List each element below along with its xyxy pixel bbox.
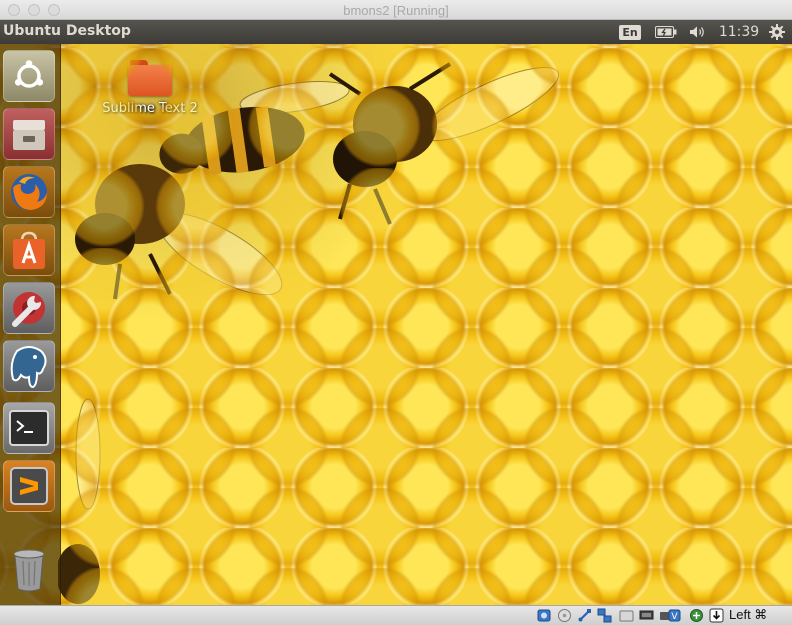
mouse-integration-icon[interactable] (689, 608, 704, 623)
cpu-icon[interactable]: V (667, 608, 682, 623)
shopping-bag-icon (13, 231, 45, 269)
launcher-item-ubuntu-dash[interactable] (3, 50, 55, 102)
wrench-gear-icon (12, 292, 45, 327)
ubuntu-logo-icon (14, 60, 44, 88)
trash-icon (13, 549, 45, 592)
folder-icon (128, 60, 172, 96)
window-title: bmons2 [Running] (343, 3, 449, 18)
launcher-item-system-settings[interactable] (3, 282, 55, 334)
launcher (0, 44, 61, 605)
keyboard-capture-icon[interactable] (709, 608, 724, 623)
desktop-icon-sublime-text-2[interactable]: Sublime Text 2 (98, 60, 202, 116)
battery-icon (655, 26, 677, 38)
launcher-item-software-center[interactable] (3, 224, 55, 276)
file-cabinet-icon (13, 120, 45, 150)
network-icon[interactable] (597, 608, 612, 623)
display-icon[interactable] (639, 608, 654, 623)
launcher-item-pgadmin[interactable] (3, 340, 55, 392)
desktop-background[interactable]: Sublime Text 2 (0, 44, 792, 605)
optical-drive-icon[interactable] (557, 608, 572, 623)
terminal-icon (9, 410, 49, 446)
keyboard-layout-label: En (619, 24, 641, 40)
top-panel: Ubuntu Desktop En 11:39 (0, 20, 792, 44)
battery-indicator[interactable] (652, 20, 680, 44)
volume-indicator[interactable] (686, 20, 710, 44)
desktop-icon-label: Sublime Text 2 (102, 101, 198, 116)
shared-folder-icon[interactable] (619, 608, 634, 623)
bee-image-3 (75, 164, 283, 300)
launcher-item-trash[interactable] (3, 544, 55, 596)
svg-text:V: V (671, 612, 678, 622)
hard-disk-icon[interactable] (537, 608, 552, 623)
clock[interactable]: 11:39 (718, 20, 760, 44)
launcher-item-sublime-text[interactable] (3, 460, 55, 512)
host-key-label: Left ⌘ (729, 607, 768, 622)
session-menu[interactable] (766, 20, 788, 44)
bee-image-4 (58, 398, 101, 604)
window-title-bar: bmons2 [Running] (0, 0, 792, 20)
firefox-icon (11, 174, 47, 210)
usb-icon[interactable] (577, 608, 592, 623)
gear-icon (769, 24, 785, 40)
launcher-item-terminal[interactable] (3, 402, 55, 454)
launcher-item-files[interactable] (3, 108, 55, 160)
panel-title: Ubuntu Desktop (3, 23, 131, 39)
keyboard-layout-indicator[interactable]: En (619, 20, 641, 44)
launcher-item-firefox[interactable] (3, 166, 55, 218)
bee-image-2 (328, 62, 559, 225)
sublime-icon (10, 467, 48, 505)
elephant-icon (10, 346, 47, 389)
vm-status-bar: V Left ⌘ (0, 605, 792, 625)
volume-icon (690, 26, 704, 38)
